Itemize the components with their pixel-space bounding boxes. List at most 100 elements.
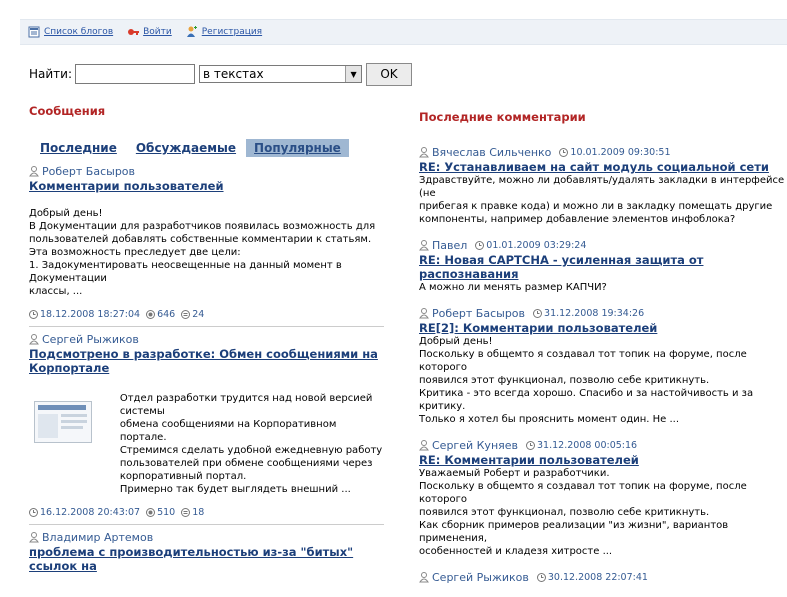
comment-line: Поскольку в общемто я создавал тот топик… — [419, 481, 747, 505]
comment-header: Павел 01.01.2009 03:29:24 — [419, 239, 787, 252]
excerpt-line: пользователей добавлять собственные комм… — [29, 234, 372, 245]
nav-link-register[interactable]: Регистрация — [202, 27, 262, 37]
post-comments-link[interactable]: 24 — [192, 309, 204, 320]
nav-item-login[interactable]: Войти — [127, 26, 172, 38]
excerpt-line: Эта возможность преследует две цели: — [29, 247, 241, 258]
comment-text: А можно ли менять размер КАПЧИ? — [419, 281, 787, 294]
comment-text: Добрый день! Поскольку в общемто я созда… — [419, 335, 787, 426]
comment-header: Роберт Басыров 31.12.2008 19:34:26 — [419, 307, 787, 320]
comment-date-link[interactable]: 01.01.2009 03:29:24 — [486, 240, 586, 251]
excerpt-line: обмена сообщениями на Корпоративном порт… — [119, 419, 337, 443]
clock-icon — [29, 310, 38, 319]
comment-date-link[interactable]: 30.12.2008 22:07:41 — [548, 572, 648, 583]
comment-line: Поскольку в общемто я создавал тот топик… — [419, 349, 747, 373]
register-user-icon — [186, 26, 197, 37]
post-excerpt: Отдел разработки трудится над новой верс… — [120, 392, 384, 496]
excerpt-line: Отдел разработки трудится над новой верс… — [119, 393, 373, 417]
comment-line: Добрый день! — [419, 336, 493, 347]
post-author-link[interactable]: Сергей Рыжиков — [42, 333, 139, 346]
comment-line: прибегая к правке кода) и можно ли в зак… — [419, 201, 773, 212]
comment-line: Как сборник примеров реализации "из жизн… — [419, 520, 729, 544]
post-views-link[interactable]: 646 — [157, 309, 175, 320]
post-meta: 18.12.2008 18:27:04 646 24 — [29, 309, 384, 320]
excerpt-line: Примерно так будет выглядеть внешний ... — [119, 484, 351, 495]
comment-item: Вячеслав Сильченко 10.01.2009 09:30:51 R… — [419, 146, 787, 226]
clock-icon — [559, 148, 569, 157]
user-icon — [419, 308, 429, 319]
comment-author-link[interactable]: Павел — [432, 239, 467, 252]
comment-title-link[interactable]: RE: Комментарии пользователей — [419, 453, 787, 467]
comment-item: Павел 01.01.2009 03:29:24 RE: Новая CAPT… — [419, 239, 787, 294]
user-icon — [419, 572, 429, 583]
comment-line: Уважаемый Роберт и разработчики. — [419, 468, 610, 479]
clock-icon — [536, 573, 546, 582]
nav-item-register[interactable]: Регистрация — [186, 26, 262, 38]
comment-header: Вячеслав Сильченко 10.01.2009 09:30:51 — [419, 146, 787, 159]
recent-comments-title: Последние комментарии — [419, 110, 586, 124]
comment-text: Уважаемый Роберт и разработчики. Посколь… — [419, 467, 787, 558]
comment-line: Здравствуйте, можно ли добавлять/удалять… — [419, 175, 785, 199]
post-item: Сергей Рыжиков Подсмотрено в разработке:… — [29, 333, 384, 525]
post-date-link[interactable]: 18.12.2008 18:27:04 — [40, 309, 140, 320]
clock-icon — [533, 309, 543, 318]
comment-line: особенностей и кладезя хитросте ... — [419, 546, 613, 557]
comment-date-link[interactable]: 31.12.2008 00:05:16 — [537, 440, 637, 451]
clock-icon — [526, 441, 536, 450]
comment-line: появился этот функционал, позволю себе к… — [419, 375, 710, 386]
comment-title-link[interactable]: RE: Новая CAPTCHA - усиленная защита от … — [419, 253, 787, 281]
user-icon — [419, 440, 429, 451]
post-views-link[interactable]: 510 — [157, 507, 175, 518]
post-author: Роберт Басыров — [29, 165, 384, 178]
tab-discussed[interactable]: Обсуждаемые — [136, 141, 236, 155]
post-title-link[interactable]: Комментарии пользователей — [29, 179, 384, 193]
search-form: Найти: в текстах ▼ OK — [29, 62, 413, 86]
post-body: Отдел разработки трудится над новой верс… — [29, 392, 384, 496]
comment-title-link[interactable]: RE[2]: Комментарии пользователей — [419, 321, 787, 335]
post-meta: 16.12.2008 20:43:07 510 18 — [29, 507, 384, 518]
comment-author-link[interactable]: Сергей Рыжиков — [432, 571, 529, 584]
comment-text: Здравствуйте, можно ли добавлять/удалять… — [419, 174, 787, 226]
comment-date-link[interactable]: 10.01.2009 09:30:51 — [570, 147, 670, 158]
post-item: Роберт Басыров Комментарии пользователей… — [29, 165, 384, 327]
comment-author-link[interactable]: Сергей Куняев — [432, 439, 518, 452]
post-author-link[interactable]: Владимир Артемов — [42, 531, 153, 544]
search-scope-value: в текстах — [203, 67, 264, 81]
comment-list: Вячеслав Сильченко 10.01.2009 09:30:51 R… — [419, 146, 787, 584]
nav-item-blog-list[interactable]: Список блогов — [28, 26, 113, 38]
search-scope-select[interactable]: в текстах ▼ — [199, 65, 363, 83]
comment-title-link[interactable]: RE: Устанавливаем на сайт модуль социаль… — [419, 160, 787, 174]
nav-link-blog-list[interactable]: Список блогов — [44, 27, 113, 37]
post-author: Сергей Рыжиков — [29, 333, 384, 346]
post-comments-link[interactable]: 18 — [192, 507, 204, 518]
post-title-link[interactable]: Подсмотрено в разработке: Обмен сообщени… — [29, 347, 384, 375]
comment-line: Только я хотел бы прояснить момент один.… — [419, 414, 680, 425]
search-input[interactable] — [75, 64, 196, 84]
recent-comments-column: Последние комментарии Вячеслав Сильченко… — [419, 110, 787, 597]
comment-item: Роберт Басыров 31.12.2008 19:34:26 RE[2]… — [419, 307, 787, 426]
dropdown-arrow-icon[interactable]: ▼ — [345, 66, 362, 82]
post-thumbnail[interactable] — [34, 401, 92, 443]
post-title-link[interactable]: проблема с производительностью из-за "би… — [29, 545, 384, 573]
tab-latest[interactable]: Последние — [40, 141, 117, 155]
blog-list-icon — [28, 26, 40, 38]
comment-author-link[interactable]: Роберт Басыров — [432, 307, 525, 320]
messages-tabs: Последние Обсуждаемые Популярные — [29, 137, 384, 159]
post-author: Владимир Артемов — [29, 531, 384, 544]
views-icon — [146, 310, 156, 319]
tab-popular[interactable]: Популярные — [246, 139, 349, 157]
search-label: Найти: — [29, 67, 73, 81]
post-item: Владимир Артемов проблема с производител… — [29, 531, 384, 573]
post-excerpt: Добрый день! В Документации для разработ… — [29, 207, 384, 298]
comment-line: компоненты, например добавление элементо… — [419, 214, 736, 225]
comment-date-link[interactable]: 31.12.2008 19:34:26 — [544, 308, 644, 319]
comment-author-link[interactable]: Вячеслав Сильченко — [432, 146, 551, 159]
user-icon — [419, 240, 429, 251]
clock-icon — [475, 241, 485, 250]
comment-line: появился этот функционал, позволю себе к… — [419, 507, 710, 518]
comment-header: Сергей Рыжиков 30.12.2008 22:07:41 — [419, 571, 787, 584]
search-ok-button[interactable]: OK — [366, 62, 413, 86]
post-date-link[interactable]: 16.12.2008 20:43:07 — [40, 507, 140, 518]
post-author-link[interactable]: Роберт Басыров — [42, 165, 135, 178]
messages-title: Сообщения — [29, 104, 106, 118]
nav-link-login[interactable]: Войти — [143, 27, 172, 37]
